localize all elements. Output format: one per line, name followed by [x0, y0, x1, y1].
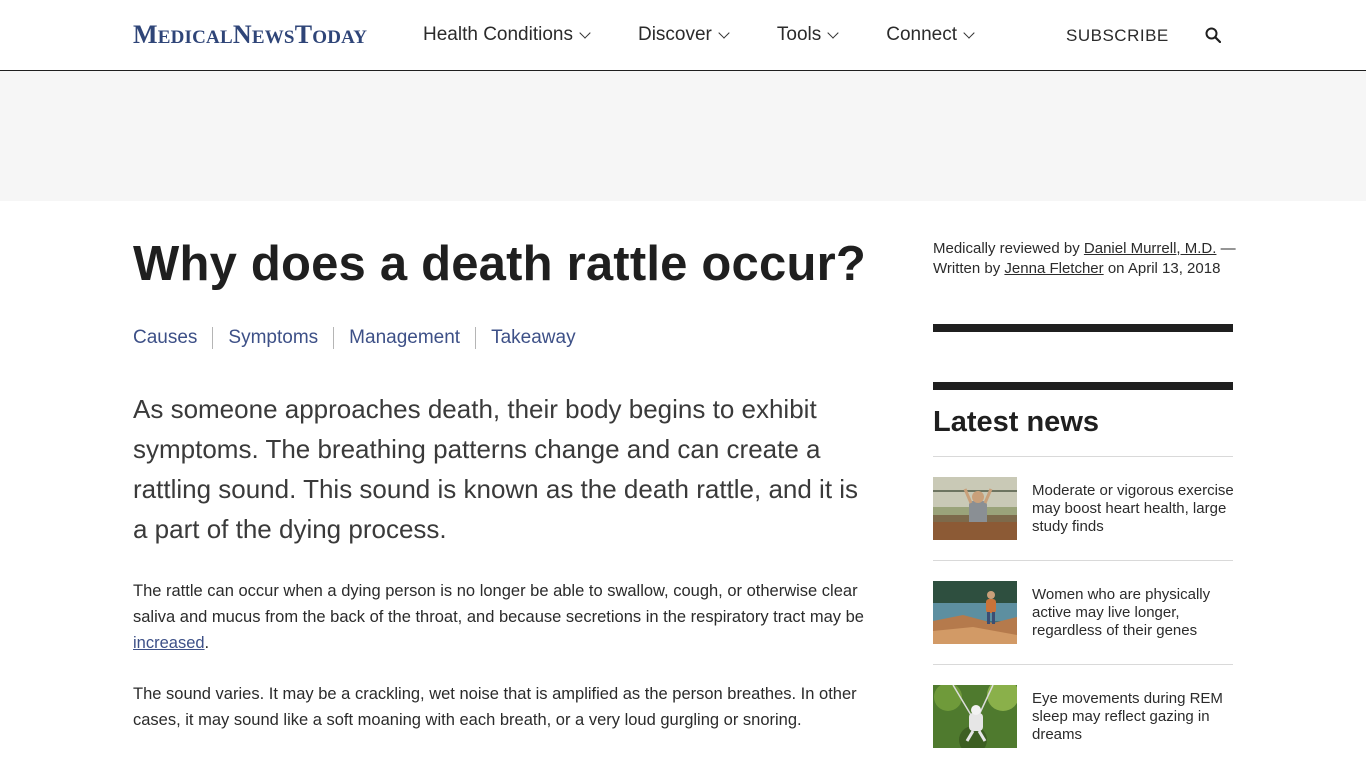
nav-tools[interactable]: Tools	[776, 24, 839, 46]
toc-link-symptoms[interactable]: Symptoms	[228, 327, 318, 349]
reviewed-prefix: Medically reviewed by	[933, 240, 1084, 257]
article-paragraph: The rattle can occur when a dying person…	[133, 578, 878, 656]
latest-news-list: Moderate or vigorous exercise may boost …	[933, 456, 1234, 768]
site-logo[interactable]: MEDICALNEWSTODAY	[133, 20, 367, 50]
article-title: Why does a death rattle occur?	[133, 237, 866, 291]
search-icon[interactable]	[1205, 27, 1221, 43]
toc-divider	[333, 327, 335, 349]
nav-label: Health Conditions	[423, 24, 573, 45]
chevron-down-icon	[718, 26, 730, 39]
increased-link[interactable]: increased	[133, 634, 205, 652]
paragraph-end: .	[204, 634, 210, 652]
logo-word-1: MEDICAL	[133, 20, 233, 49]
toc-divider	[475, 327, 477, 349]
nav-health-conditions[interactable]: Health Conditions	[423, 24, 591, 46]
news-item[interactable]: Women who are physically active may live…	[933, 560, 1233, 664]
paragraph-text: The rattle can occur when a dying person…	[133, 582, 864, 626]
author-link[interactable]: Jenna Fletcher	[1004, 260, 1103, 277]
news-headline[interactable]: Women who are physically active may live…	[1032, 586, 1237, 640]
sidebar-divider	[933, 382, 1233, 390]
toc-link-management[interactable]: Management	[349, 327, 460, 349]
toc-divider	[212, 327, 214, 349]
article-paragraph: The sound varies. It may be a crackling,…	[133, 685, 857, 729]
latest-news-heading: Latest news	[933, 406, 1099, 438]
logo-word-3: TODAY	[294, 20, 368, 49]
news-thumbnail[interactable]	[933, 477, 1017, 540]
site-header: MEDICALNEWSTODAY Health Conditions Disco…	[0, 0, 1366, 71]
sidebar-divider	[933, 324, 1233, 332]
news-item[interactable]: Moderate or vigorous exercise may boost …	[933, 456, 1234, 560]
nav-label: Tools	[776, 24, 822, 45]
chevron-down-icon	[579, 26, 591, 39]
news-item[interactable]: Eye movements during REM sleep may refle…	[933, 664, 1233, 768]
ad-placeholder	[0, 71, 1366, 201]
subscribe-button[interactable]: SUBSCRIBE	[1066, 26, 1169, 46]
toc-link-takeaway[interactable]: Takeaway	[491, 327, 576, 349]
nav-connect[interactable]: Connect	[886, 24, 975, 46]
publish-date: on April 13, 2018	[1103, 260, 1221, 277]
chevron-down-icon	[827, 26, 839, 39]
main-nav: Health Conditions Discover Tools Connect	[423, 24, 1022, 46]
news-thumbnail[interactable]	[933, 581, 1017, 644]
nav-label: Connect	[886, 24, 958, 45]
news-thumbnail[interactable]	[933, 685, 1017, 748]
nav-label: Discover	[637, 24, 712, 45]
article-byline: Medically reviewed by Daniel Murrell, M.…	[933, 239, 1238, 279]
news-headline[interactable]: Moderate or vigorous exercise may boost …	[1032, 482, 1237, 536]
chevron-down-icon	[963, 26, 975, 39]
logo-word-2: NEWS	[232, 20, 295, 49]
article-toc: Causes Symptoms Management Takeaway	[133, 327, 576, 349]
nav-discover[interactable]: Discover	[637, 24, 730, 46]
news-headline[interactable]: Eye movements during REM sleep may refle…	[1032, 690, 1237, 744]
article-lead: As someone approaches death, their body …	[133, 394, 859, 544]
toc-link-causes[interactable]: Causes	[133, 327, 197, 349]
reviewer-link[interactable]: Daniel Murrell, M.D.	[1084, 240, 1217, 257]
